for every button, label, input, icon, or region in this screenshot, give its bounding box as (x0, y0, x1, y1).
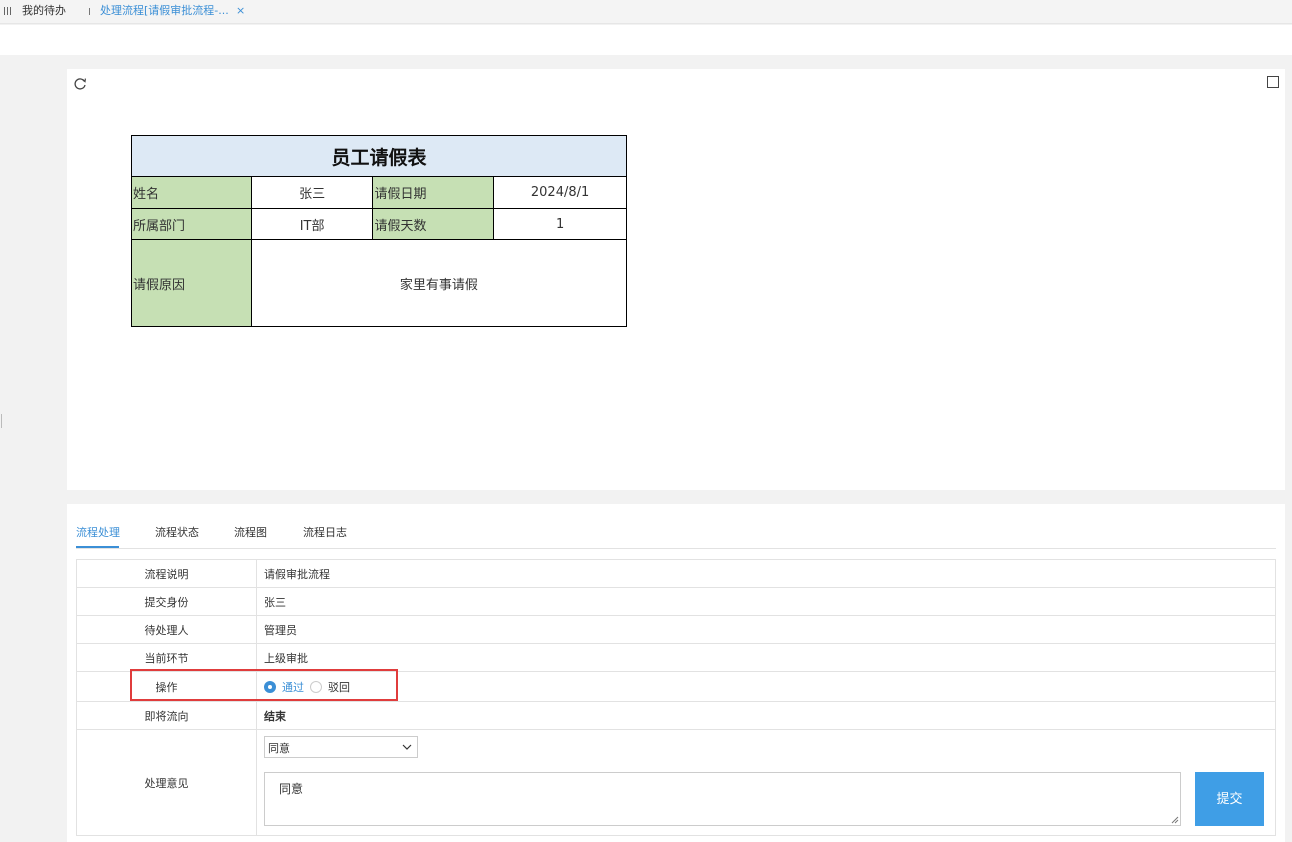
days-value: 1 (493, 208, 627, 240)
node-label: 当前环节 (76, 643, 257, 672)
tab-process-handle[interactable]: 流程处理 (76, 524, 120, 540)
desc-value: 请假审批流程 (256, 559, 1276, 588)
tab-process-flow[interactable]: 处理流程[请假审批流程-... (100, 4, 229, 18)
name-label: 姓名 (131, 176, 252, 209)
reason-value: 家里有事请假 (250, 239, 628, 327)
date-label: 请假日期 (372, 176, 495, 209)
maximize-icon[interactable] (1267, 76, 1279, 88)
chevron-down-icon (402, 744, 412, 750)
toolbar-strip (0, 25, 1292, 55)
node-value: 上级审批 (256, 643, 1276, 672)
form-panel: 员工请假表 姓名 张三 请假日期 2024/8/1 所属部门 IT部 请假天数 … (67, 69, 1285, 490)
tab-bar: 我的待办 处理流程[请假审批流程-... × (0, 0, 1292, 24)
reason-label: 请假原因 (131, 239, 252, 327)
dept-label: 所属部门 (131, 208, 252, 240)
days-label: 请假天数 (372, 208, 495, 240)
operation-highlight (130, 669, 398, 701)
opinion-label: 处理意见 (76, 729, 257, 836)
operation-radios: 通过 驳回 (256, 671, 1276, 702)
dept-value: IT部 (250, 208, 374, 240)
handler-label: 待处理人 (76, 615, 257, 644)
tab-my-todo[interactable]: 我的待办 (22, 4, 66, 18)
table-row: 流程说明 请假审批流程 (76, 559, 1276, 588)
leave-request-table: 员工请假表 姓名 张三 请假日期 2024/8/1 所属部门 IT部 请假天数 … (131, 135, 628, 327)
close-icon[interactable]: × (236, 4, 245, 18)
opinion-select-value: 同意 (268, 742, 290, 755)
tab-divider (89, 8, 90, 15)
form-title: 员工请假表 (131, 135, 627, 177)
refresh-icon[interactable] (73, 77, 87, 91)
table-row: 当前环节 上级审批 (76, 643, 1276, 672)
next-label: 即将流向 (76, 701, 257, 730)
date-value: 2024/8/1 (493, 176, 627, 209)
tab-process-log[interactable]: 流程日志 (303, 524, 347, 540)
tab-process-diagram[interactable]: 流程图 (234, 524, 267, 540)
desc-label: 流程说明 (76, 559, 257, 588)
table-row: 待处理人 管理员 (76, 615, 1276, 644)
table-row: 提交身份 张三 (76, 587, 1276, 616)
sidebar-handle[interactable] (1, 414, 2, 428)
menu-icon[interactable] (4, 5, 14, 17)
process-tabs: 流程处理 流程状态 流程图 流程日志 (76, 523, 1276, 549)
name-value: 张三 (250, 176, 374, 209)
submitter-label: 提交身份 (76, 587, 257, 616)
resize-grip-icon[interactable] (1171, 816, 1179, 824)
submit-button[interactable]: 提交 (1195, 772, 1264, 826)
next-value: 结束 (256, 701, 1276, 730)
table-row: 即将流向 结束 (76, 701, 1276, 730)
submitter-value: 张三 (256, 587, 1276, 616)
active-tab-indicator (76, 546, 119, 548)
opinion-text: 同意 (279, 782, 304, 796)
tab-process-status[interactable]: 流程状态 (155, 524, 199, 540)
opinion-textarea[interactable]: 同意 (264, 772, 1181, 826)
handler-value: 管理员 (256, 615, 1276, 644)
opinion-select[interactable]: 同意 (264, 736, 418, 758)
